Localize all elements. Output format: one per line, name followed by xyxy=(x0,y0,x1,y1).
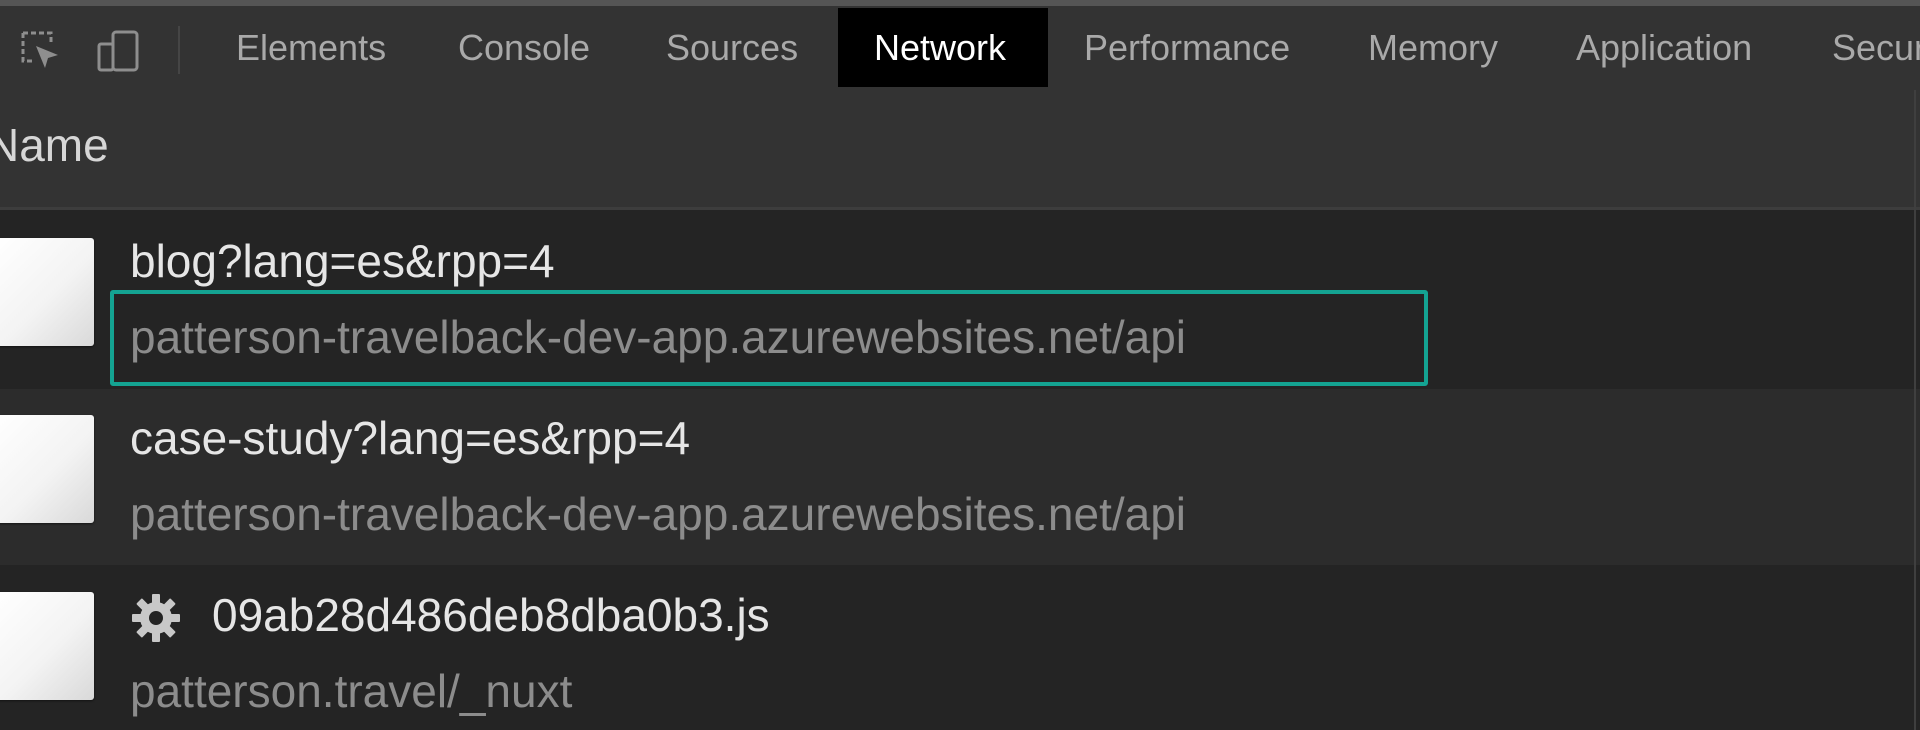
request-name: 09ab28d486deb8dba0b3.js xyxy=(212,589,770,641)
gear-icon xyxy=(130,592,182,644)
tab-security[interactable]: Security xyxy=(1796,8,1920,87)
devtools-network-panel: Elements Console Sources Network Perform… xyxy=(0,0,1920,730)
tab-performance[interactable]: Performance xyxy=(1048,8,1326,87)
tab-memory[interactable]: Memory xyxy=(1332,8,1534,87)
tab-network[interactable]: Network xyxy=(838,8,1048,87)
file-icon xyxy=(0,415,94,523)
request-domain: patterson.travel/_nuxt xyxy=(130,665,573,717)
tab-console[interactable]: Console xyxy=(422,8,626,87)
tab-sources[interactable]: Sources xyxy=(630,8,834,87)
table-row[interactable]: blog?lang=es&rpp=4 patterson-travelback-… xyxy=(0,212,1920,388)
column-divider[interactable] xyxy=(1914,90,1916,730)
table-row[interactable]: case-study?lang=es&rpp=4 patterson-trave… xyxy=(0,389,1920,565)
name-column-header[interactable]: Name xyxy=(0,90,1920,210)
devtools-toolbar: Elements Console Sources Network Perform… xyxy=(0,0,1920,90)
name-column-label: Name xyxy=(0,119,109,171)
request-domain: patterson-travelback-dev-app.azurewebsit… xyxy=(130,311,1187,363)
file-icon xyxy=(0,592,94,700)
request-name: blog?lang=es&rpp=4 xyxy=(130,235,555,287)
table-row[interactable]: 09ab28d486deb8dba0b3.js patterson.travel… xyxy=(0,566,1920,730)
request-name: case-study?lang=es&rpp=4 xyxy=(130,412,691,464)
toolbar-divider xyxy=(178,26,180,74)
tab-elements[interactable]: Elements xyxy=(200,8,422,87)
file-icon xyxy=(0,238,94,346)
tab-application[interactable]: Application xyxy=(1540,8,1788,87)
device-toolbar-icon[interactable] xyxy=(96,28,142,74)
select-element-icon[interactable] xyxy=(18,28,64,74)
request-domain: patterson-travelback-dev-app.azurewebsit… xyxy=(130,488,1187,540)
